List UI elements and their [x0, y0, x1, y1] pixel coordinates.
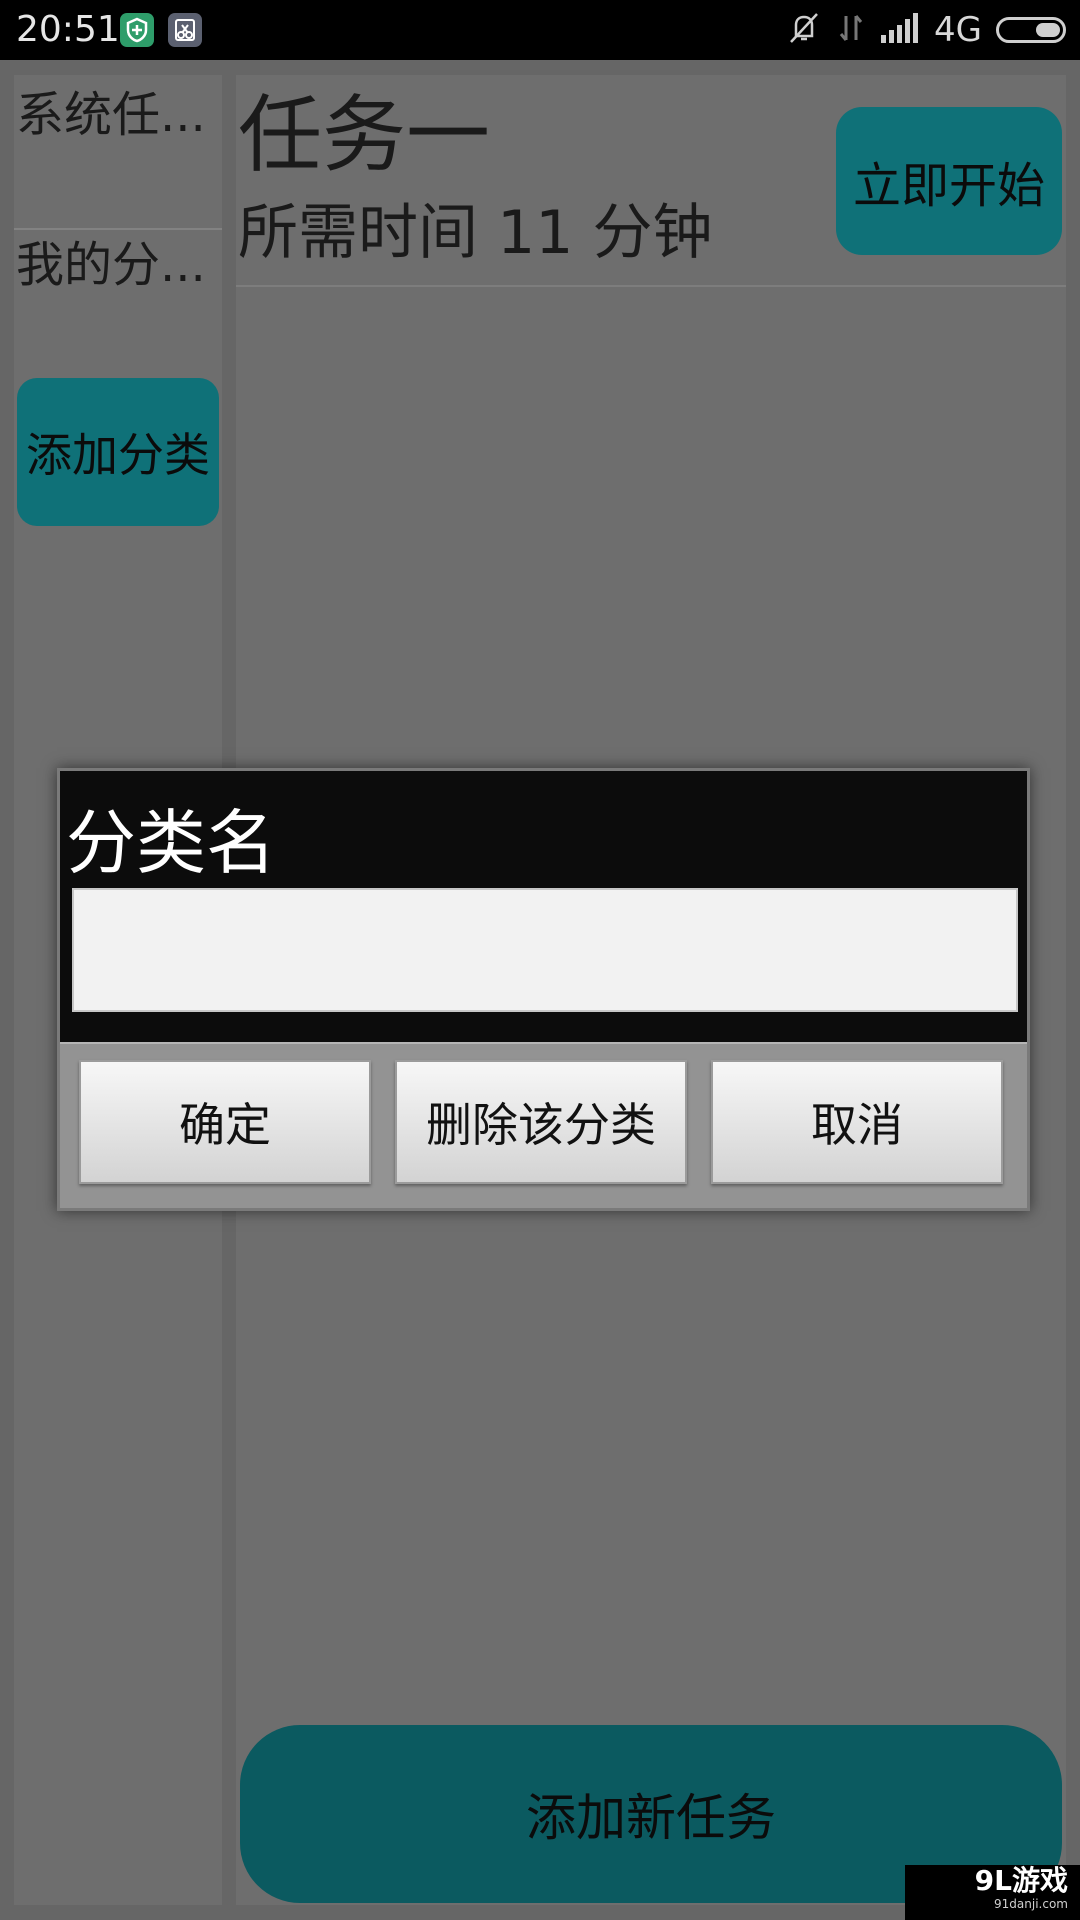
delete-category-button[interactable]: 删除该分类 [395, 1060, 687, 1184]
task-card[interactable]: 任务一 所需时间 11 分钟 立即开始 [236, 75, 1066, 287]
dialog-title: 分类名 [66, 802, 276, 884]
sidebar-item-my-categories[interactable]: 我的分... [14, 230, 222, 380]
category-name-dialog: 分类名 确定 删除该分类 取消 [57, 768, 1030, 1211]
network-type: 4G [934, 10, 982, 50]
watermark-url: 91danji.com [994, 1897, 1068, 1911]
battery-icon [996, 17, 1066, 43]
task-duration: 所需时间 11 分钟 [238, 198, 713, 268]
task-title: 任务一 [238, 86, 491, 184]
add-category-button[interactable]: 添加分类 [17, 378, 219, 526]
sidebar-item-system-tasks[interactable]: 系统任... [14, 80, 222, 230]
mute-icon [786, 10, 822, 50]
watermark-logo: 9L游戏 91danji.com [905, 1865, 1080, 1920]
watermark-brand: 9L游戏 [974, 1864, 1068, 1897]
status-bar: 20:51 4G [0, 0, 1080, 60]
scissors-app-icon [168, 13, 202, 47]
category-name-input[interactable] [72, 888, 1018, 1012]
signal-icon [880, 13, 920, 47]
status-right-icons: 4G [786, 8, 1066, 52]
shield-app-icon [120, 13, 154, 47]
start-now-button[interactable]: 立即开始 [836, 107, 1062, 255]
confirm-button[interactable]: 确定 [79, 1060, 371, 1184]
dialog-button-bar: 确定 删除该分类 取消 [60, 1042, 1027, 1208]
cancel-button[interactable]: 取消 [711, 1060, 1003, 1184]
data-arrows-icon [836, 10, 866, 50]
status-time: 20:51 [16, 9, 120, 50]
